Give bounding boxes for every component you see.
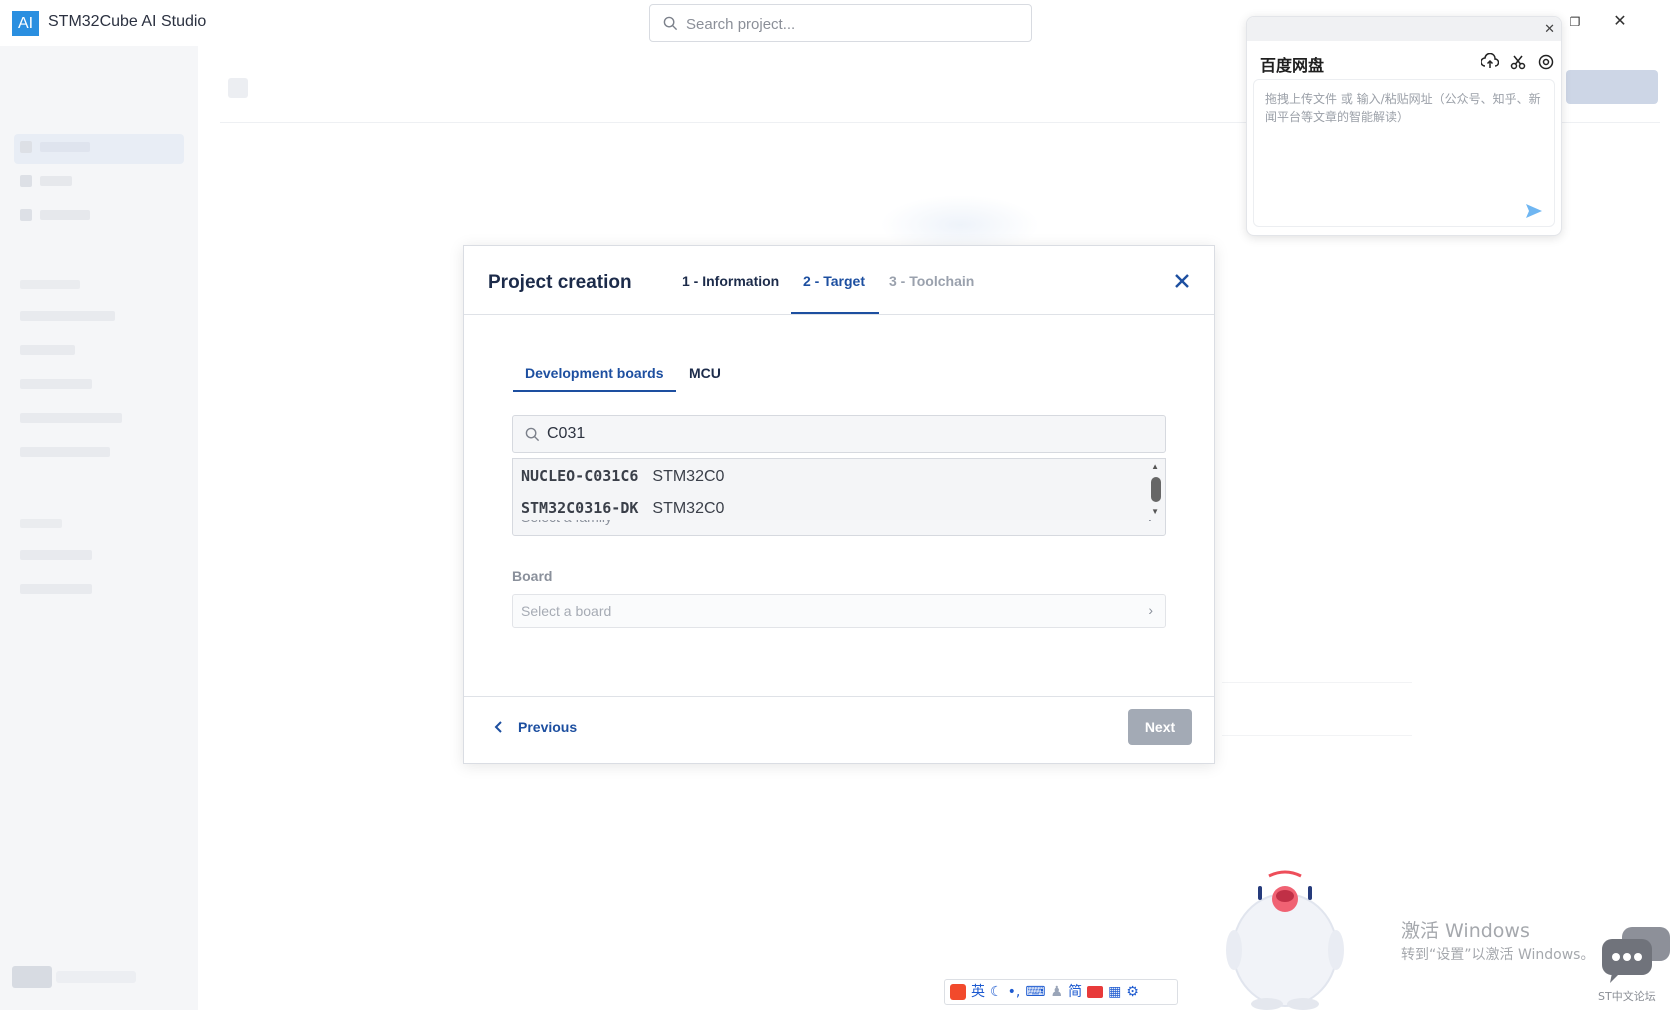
ghost-divider — [1222, 682, 1412, 683]
active-subtab-indicator — [513, 390, 676, 392]
step-toolchain[interactable]: 3 - Toolchain — [889, 273, 974, 289]
user-icon[interactable]: ♟ — [1051, 982, 1064, 1002]
scrollbar-thumb[interactable] — [1151, 477, 1161, 502]
header-divider — [464, 314, 1214, 315]
ime-language-toggle[interactable]: 英 — [971, 982, 985, 1002]
next-button[interactable]: Next — [1128, 709, 1192, 745]
sogou-logo-icon[interactable] — [950, 984, 966, 1000]
sidebar — [0, 46, 198, 1010]
close-window-button[interactable]: ✕ — [1610, 12, 1630, 32]
suggestion-board-code: NUCLEO-C031C6 — [521, 467, 639, 485]
toggle-sidebar-icon[interactable] — [228, 78, 248, 98]
suggestion-item[interactable]: STM32C0316-DK STM32C0 — [521, 499, 724, 518]
scissors-icon[interactable] — [1509, 53, 1527, 71]
scroll-up-arrow-icon[interactable]: ▲ — [1151, 462, 1159, 471]
close-dialog-button[interactable] — [1171, 270, 1193, 292]
dialog-title: Project creation — [488, 272, 632, 293]
tab-mcu[interactable]: MCU — [689, 365, 721, 381]
sidebar-section-1 — [20, 280, 80, 289]
project-creation-dialog: Project creation 1 - Information 2 - Tar… — [463, 245, 1215, 764]
chevron-right-icon: › — [1148, 602, 1153, 618]
previous-button[interactable]: Previous — [494, 719, 577, 735]
ghost-divider — [1222, 735, 1412, 736]
project-search-input[interactable]: Search project... — [649, 4, 1032, 42]
send-icon[interactable] — [1526, 204, 1542, 218]
search-icon — [663, 16, 678, 31]
sidebar-section-2 — [20, 519, 62, 528]
skin-shirt-icon[interactable]: ▦ — [1108, 982, 1121, 1002]
restore-button[interactable]: ❐ — [1565, 12, 1585, 32]
sidebar-link-1[interactable] — [20, 311, 115, 321]
close-icon[interactable]: ✕ — [1544, 21, 1555, 37]
keyboard-icon[interactable]: ⌨ — [1025, 982, 1045, 1002]
step-information[interactable]: 1 - Information — [682, 273, 779, 289]
punctuation-icon[interactable]: •, — [1008, 982, 1021, 1002]
sidebar-item-icon — [20, 175, 32, 187]
sidebar-link-6[interactable] — [20, 550, 92, 560]
app-logo: AI — [12, 11, 39, 36]
sidebar-link-3[interactable] — [20, 379, 92, 389]
ime-settings-icon[interactable]: ⚙ — [1126, 982, 1139, 1002]
sidebar-link-4[interactable] — [20, 413, 122, 423]
mascot-character[interactable] — [1222, 868, 1348, 1010]
baidu-panel-title: 百度网盘 — [1260, 56, 1325, 75]
ime-toolbar: 英 ☾ •, ⌨ ♟ 简 ▦ ⚙ — [944, 979, 1178, 1005]
search-icon — [525, 427, 540, 442]
board-filter-field[interactable] — [512, 415, 1166, 453]
footer-divider — [464, 696, 1214, 697]
settings-icon[interactable] — [1537, 53, 1555, 71]
sidebar-item-1[interactable] — [20, 141, 90, 153]
new-project-button[interactable] — [1566, 70, 1658, 104]
record-icon[interactable] — [1087, 986, 1104, 998]
windows-activation-title: 激活 Windows — [1401, 920, 1530, 942]
board-filter-input[interactable] — [547, 423, 1147, 445]
search-placeholder: Search project... — [686, 16, 796, 33]
st-logo-caption — [56, 971, 136, 983]
sidebar-item-2[interactable] — [20, 175, 72, 187]
sidebar-item-icon — [20, 141, 32, 153]
board-select-placeholder: Select a board — [521, 603, 612, 619]
baidu-netdisk-panel: ✕ 百度网盘 拖拽上传文件 或 输入/粘贴网址（公众号、知乎、新闻平台等文章的智… — [1246, 16, 1562, 236]
previous-button-label: Previous — [518, 719, 578, 735]
st-forum-label: ST中文论坛 — [1598, 990, 1656, 1003]
close-icon — [1175, 274, 1189, 288]
sidebar-item-3[interactable] — [20, 209, 90, 221]
board-suggestions-dropdown: NUCLEO-C031C6 STM32C0 STM32C0316-DK STM32C… — [512, 458, 1166, 520]
suggestion-board-code: STM32C0316-DK — [521, 499, 639, 517]
ime-simplified-toggle[interactable]: 简 — [1068, 982, 1082, 1002]
board-select[interactable]: Select a board › — [512, 594, 1166, 628]
baidu-url-input[interactable]: 拖拽上传文件 或 输入/粘贴网址（公众号、知乎、新闻平台等文章的智能解读） — [1253, 79, 1555, 227]
board-label: Board — [512, 568, 553, 584]
windows-activation-subtitle: 转到“设置”以激活 Windows。 — [1401, 947, 1595, 963]
suggestion-family: STM32C0 — [652, 468, 725, 485]
sidebar-link-2[interactable] — [20, 345, 75, 355]
sidebar-item-icon — [20, 209, 32, 221]
baidu-panel-topbar: ✕ — [1247, 17, 1561, 41]
scroll-down-arrow-icon[interactable]: ▼ — [1151, 507, 1159, 516]
tab-development-boards[interactable]: Development boards — [525, 365, 663, 381]
upload-cloud-icon[interactable] — [1481, 53, 1499, 71]
moon-icon[interactable]: ☾ — [990, 982, 1003, 1002]
suggestion-item[interactable]: NUCLEO-C031C6 STM32C0 — [521, 467, 724, 486]
suggestion-family: STM32C0 — [652, 500, 725, 517]
sidebar-link-5[interactable] — [20, 447, 110, 457]
chevron-left-icon — [494, 721, 502, 733]
st-logo — [12, 966, 52, 988]
baidu-input-placeholder: 拖拽上传文件 或 输入/粘贴网址（公众号、知乎、新闻平台等文章的智能解读） — [1265, 92, 1541, 124]
step-target[interactable]: 2 - Target — [803, 273, 865, 289]
app-title: STM32Cube AI Studio — [48, 13, 207, 30]
sidebar-link-7[interactable] — [20, 584, 92, 594]
forum-chat-icon[interactable] — [1600, 925, 1672, 983]
